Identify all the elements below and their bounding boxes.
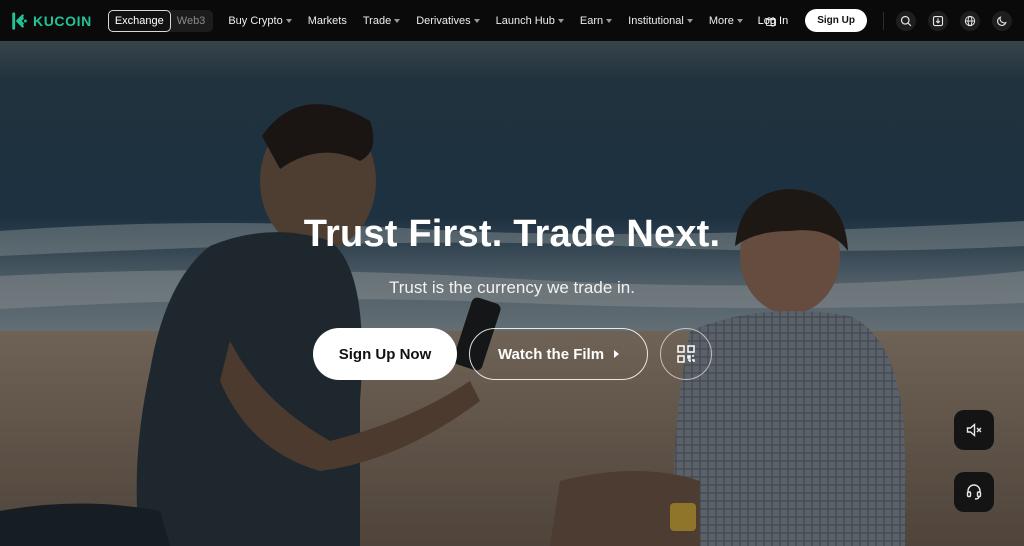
download-button[interactable] (928, 10, 948, 31)
theme-toggle-button[interactable] (992, 10, 1012, 31)
signup-now-button[interactable]: Sign Up Now (313, 328, 457, 380)
hero-cta-row: Sign Up Now Watch the Film (313, 328, 712, 380)
search-icon (900, 15, 912, 26)
login-link[interactable]: Log In (758, 15, 789, 27)
nav-earn[interactable]: Earn (579, 14, 613, 27)
customer-support-button[interactable] (954, 472, 994, 512)
language-button[interactable] (960, 10, 980, 31)
support-headset-icon (966, 484, 982, 500)
nav-label: More (708, 14, 734, 27)
chevron-down-icon (736, 18, 743, 23)
chevron-down-icon (285, 18, 292, 23)
top-navbar: KUCOIN Exchange Web3 Buy Crypto Markets … (0, 0, 1024, 41)
nav-label: Derivatives (416, 14, 471, 27)
main-nav: Buy Crypto Markets Trade Derivatives Lau… (228, 0, 777, 41)
nav-label: Institutional (628, 14, 684, 27)
chevron-down-icon (394, 18, 401, 23)
exchange-web3-switch: Exchange Web3 (107, 9, 214, 32)
chevron-down-icon (557, 18, 564, 23)
kucoin-logo-icon (12, 11, 27, 30)
nav-label: Trade (362, 14, 392, 27)
nav-label: Launch Hub (495, 14, 555, 27)
hero-subtitle: Trust is the currency we trade in. (389, 278, 635, 297)
watch-film-label: Watch the Film (497, 345, 605, 363)
exchange-tab[interactable]: Exchange (107, 9, 171, 32)
download-icon (932, 15, 944, 26)
nav-label: Markets (307, 14, 347, 27)
nav-launch-hub[interactable]: Launch Hub (496, 15, 564, 27)
brand-name: KUCOIN (33, 12, 92, 29)
chevron-down-icon (606, 18, 613, 23)
nav-derivatives[interactable]: Derivatives (416, 14, 480, 27)
nav-markets[interactable]: Markets (308, 15, 347, 27)
signup-button[interactable]: Sign Up (805, 9, 867, 32)
qr-code-icon (677, 345, 695, 363)
chevron-down-icon (473, 18, 480, 23)
nav-more[interactable]: More (709, 15, 743, 27)
hero-title: Trust First. Trade Next. (303, 213, 721, 255)
nav-divider (883, 11, 884, 30)
globe-icon (964, 15, 976, 26)
web3-tab[interactable]: Web3 (177, 15, 206, 27)
kucoin-logo[interactable]: KUCOIN (11, 0, 92, 41)
chevron-down-icon (686, 18, 693, 23)
hero-section: Trust First. Trade Next. Trust is the cu… (0, 41, 1024, 546)
play-icon (614, 350, 620, 358)
nav-label: Buy Crypto (228, 14, 283, 27)
nav-institutional[interactable]: Institutional (628, 15, 693, 27)
search-button[interactable] (896, 10, 916, 31)
theme-moon-icon (997, 15, 1007, 26)
nav-buy-crypto[interactable]: Buy Crypto (228, 14, 292, 27)
mute-icon (966, 422, 982, 438)
mute-button[interactable] (954, 410, 994, 450)
nav-label: Earn (579, 14, 604, 27)
nav-right-group: Log In Sign Up (758, 0, 1024, 41)
qr-code-button[interactable] (660, 328, 712, 380)
nav-trade[interactable]: Trade (362, 14, 401, 27)
watch-film-button[interactable]: Watch the Film (469, 328, 648, 380)
